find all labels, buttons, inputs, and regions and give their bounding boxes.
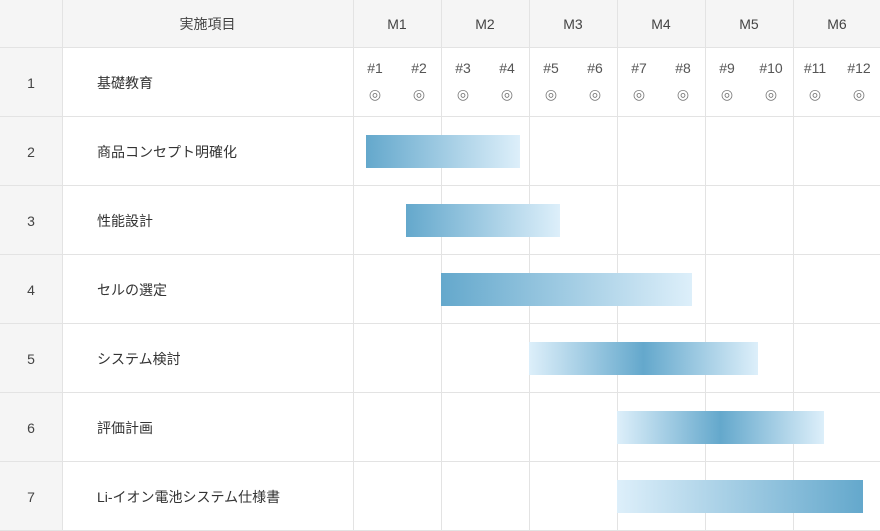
session-label: #10 (759, 60, 783, 76)
task-name: 商品コンセプト明確化 (97, 143, 237, 160)
grid-vertical-line (617, 0, 618, 531)
session-label: #2 (411, 60, 427, 76)
session-mark: ◎ (500, 86, 514, 102)
session-label: #11 (803, 60, 827, 76)
session-label: #1 (367, 60, 383, 76)
session-mark: ◎ (676, 86, 690, 102)
session-mark: ◎ (720, 86, 734, 102)
month-header: M3 (563, 16, 583, 32)
session-mark: ◎ (368, 86, 382, 102)
task-bar (617, 411, 824, 444)
month-header: M5 (739, 16, 759, 32)
session-mark: ◎ (456, 86, 470, 102)
session-mark: ◎ (588, 86, 602, 102)
session-label: #12 (847, 60, 871, 76)
session-mark: ◎ (808, 86, 822, 102)
session-mark: ◎ (632, 86, 646, 102)
task-name: 評価計画 (97, 419, 153, 436)
session-label: #6 (587, 60, 603, 76)
session-label: #5 (543, 60, 559, 76)
gantt-chart: 実施項目 M1 M2 M3 M4 M5 M6 1 基礎教育 #1 ◎ #2 ◎ #3 ◎ #4 ◎ #5 ◎ #6… (0, 0, 880, 531)
item-column-header: 実施項目 (179, 16, 236, 32)
task-name: セルの選定 (97, 281, 167, 298)
task-name: 性能設計 (97, 212, 153, 229)
row-index: 2 (27, 143, 35, 160)
grid-vertical-line (441, 0, 442, 531)
session-label: #9 (719, 60, 735, 76)
grid-vertical-line (529, 0, 530, 531)
task-bar (441, 273, 692, 306)
task-bar (617, 480, 864, 513)
month-header: M1 (387, 16, 407, 32)
row-index: 6 (27, 419, 35, 436)
row-index: 3 (27, 212, 35, 229)
task-bar (366, 135, 521, 168)
row-index: 4 (27, 281, 35, 298)
session-label: #4 (499, 60, 515, 76)
grid-vertical-line (793, 0, 794, 531)
month-header: M4 (651, 16, 671, 32)
row-index: 1 (27, 74, 35, 91)
session-mark: ◎ (852, 86, 866, 102)
grid-vertical-line (705, 0, 706, 531)
session-mark: ◎ (412, 86, 426, 102)
session-mark: ◎ (544, 86, 558, 102)
month-header: M2 (475, 16, 495, 32)
task-name: 基礎教育 (97, 74, 153, 91)
row-index: 5 (27, 350, 35, 367)
session-label: #7 (631, 60, 647, 76)
month-header: M6 (827, 16, 847, 32)
session-label: #8 (675, 60, 691, 76)
grid-vertical-line (353, 0, 354, 531)
session-label: #3 (455, 60, 471, 76)
task-name: Li-イオン電池システム仕様書 (97, 488, 281, 505)
grid-vertical-line (62, 0, 63, 531)
task-name: システム検討 (97, 350, 181, 367)
session-mark: ◎ (764, 86, 778, 102)
task-bar (529, 342, 758, 375)
row-index: 7 (27, 488, 35, 505)
task-bar (405, 204, 560, 237)
